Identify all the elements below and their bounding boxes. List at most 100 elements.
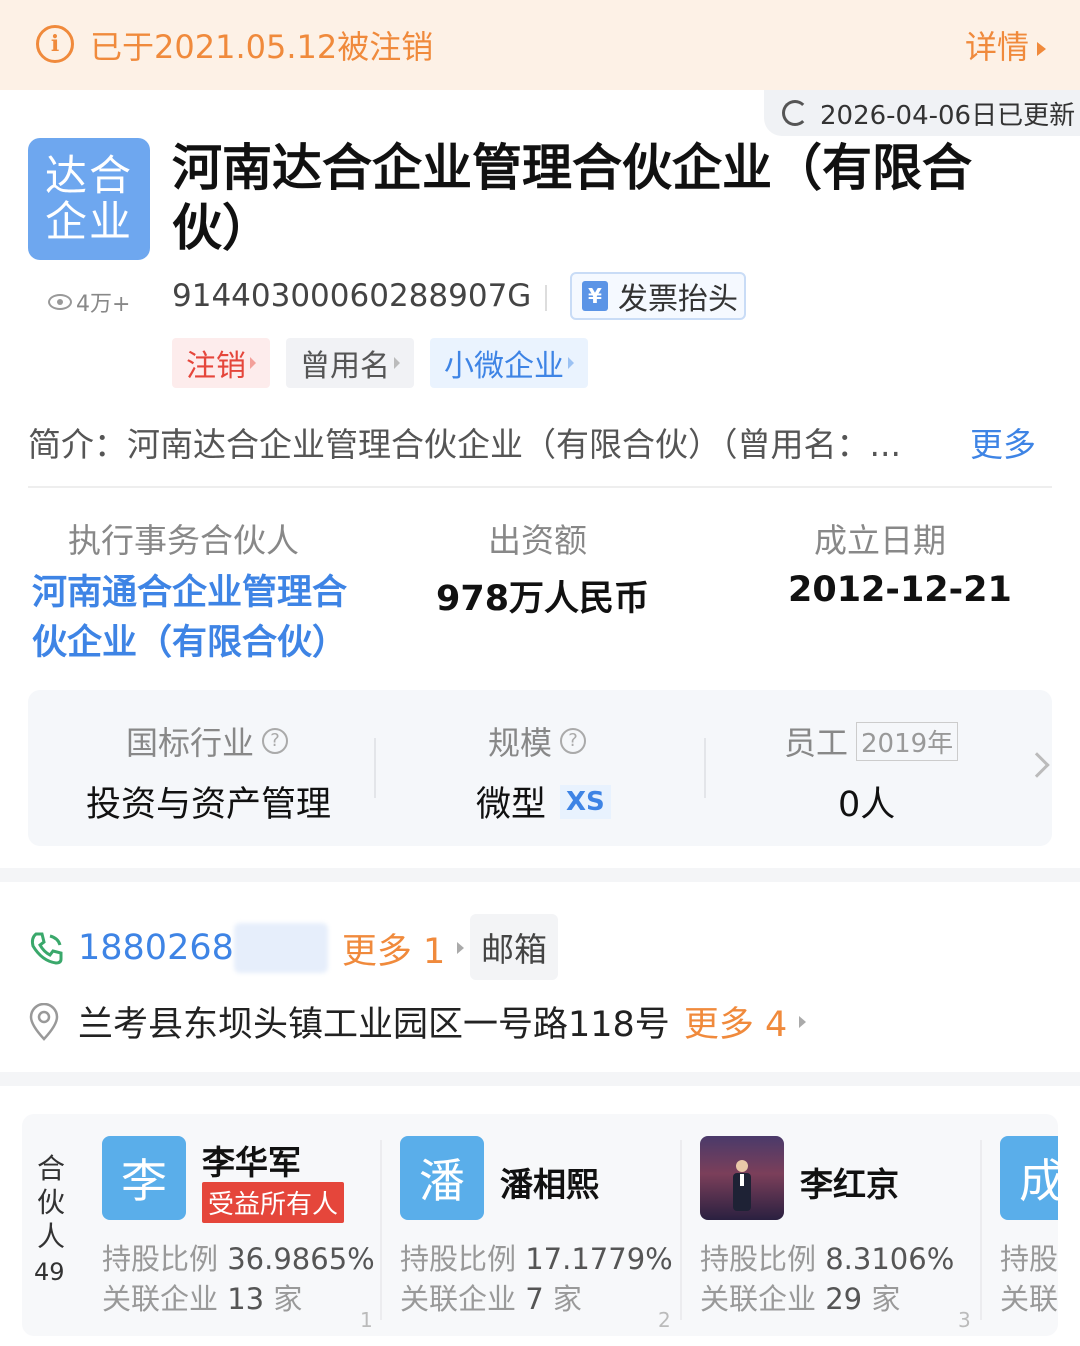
divider <box>374 738 376 798</box>
founding-date-value: 2012-12-21 <box>788 570 1012 610</box>
details-label: 详情 <box>964 28 1029 66</box>
partner-card[interactable]: 李 李华军 受益所有人 持股比例 36.9865% 关联企业 13 家 1 <box>102 1130 394 1332</box>
divider <box>680 1140 682 1320</box>
invoice-header-button[interactable]: ¥ 发票抬头 <box>570 272 746 320</box>
beneficial-owner-badge: 受益所有人 <box>202 1182 345 1223</box>
phone-more-link[interactable]: 更多 1 <box>342 923 445 974</box>
partner-name: 李华军 <box>202 1143 301 1182</box>
person-photo-icon <box>733 1160 751 1211</box>
company-name: 河南达合企业管理合伙企业（有限合伙） <box>172 139 972 257</box>
partner-card[interactable]: 李红京 持股比例 8.3106% 关联企业 29 家 3 <box>700 1130 992 1332</box>
section-gap <box>0 868 1080 882</box>
staff-label: 员工 2019年 <box>784 718 959 764</box>
scale-value: 微型 XS <box>476 776 611 827</box>
logo-line-2: 企业 <box>44 197 133 246</box>
related-unit: 家 <box>871 1282 901 1316</box>
invoice-icon: ¥ <box>582 281 608 311</box>
address-more-link[interactable]: 更多 4 <box>684 996 787 1047</box>
partner-card[interactable]: 潘 潘相熙 持股比例 17.1779% 关联企业 7 家 2 <box>400 1130 692 1332</box>
caret-right-icon <box>568 357 574 369</box>
phone-row[interactable]: 1880268 更多 1 <box>28 920 465 976</box>
phone-icon <box>30 932 63 965</box>
scale-label: 规模? <box>488 718 587 764</box>
partner-index: 1 <box>360 1308 373 1332</box>
divider <box>28 486 1052 488</box>
related-label: 关联企业 <box>700 1282 817 1316</box>
industry-label-text: 国标行业 <box>126 724 255 762</box>
phone-number[interactable]: 1880268 <box>78 928 234 968</box>
related-count: 29 <box>825 1282 863 1316</box>
capital-value: 978万人民币 <box>436 579 650 619</box>
divider <box>980 1140 982 1320</box>
share-value: 8.3106% <box>825 1242 955 1276</box>
cancellation-banner[interactable]: i 已于2021.05.12被注销 详情 <box>0 0 1080 90</box>
address-text: 兰考县东坝头镇工业园区一号路118号 <box>78 1005 670 1045</box>
partner-related: 关联企业 29 家 <box>700 1276 900 1318</box>
view-count: 4万+ <box>48 286 130 318</box>
details-link[interactable]: 详情 <box>965 22 1046 68</box>
partner-index: 2 <box>658 1308 671 1332</box>
scale-value-text: 微型 <box>476 785 547 825</box>
caret-right-icon <box>394 357 400 369</box>
company-logo: 达合 企业 <box>28 138 150 260</box>
location-pin-icon <box>29 1002 59 1041</box>
help-icon[interactable]: ? <box>560 728 587 754</box>
tag-cancelled[interactable]: 注销 <box>172 338 270 388</box>
partner-share: 持股比例 17.1779% <box>400 1236 673 1278</box>
intro-text: 河南达合企业管理合伙企业（有限合伙）（曾用名：... <box>127 425 901 464</box>
share-value: 17.1779% <box>525 1242 673 1276</box>
credit-code[interactable]: 91440300060288907G <box>172 278 531 314</box>
partners-label[interactable]: 合伙人 <box>36 1152 66 1254</box>
partner-avatar: 李 <box>102 1136 186 1220</box>
help-icon[interactable]: ? <box>262 728 289 754</box>
scale-badge: XS <box>560 784 611 819</box>
intro-more-link[interactable]: 更多 <box>964 418 1036 466</box>
tag-label: 注销 <box>186 349 246 384</box>
capital-label: 出资额 <box>488 521 587 560</box>
partner-label: 执行事务合伙人 <box>68 521 299 560</box>
partner-name: 李红京 <box>800 1165 899 1204</box>
tag-small-micro[interactable]: 小微企业 <box>430 338 588 388</box>
partner-card[interactable]: 成 持股 关联 <box>1000 1130 1058 1330</box>
masked-digits <box>233 923 328 973</box>
tag-list: 注销 曾用名 小微企业 <box>172 338 588 388</box>
email-button[interactable]: 邮箱 <box>470 914 558 980</box>
divider <box>704 738 706 798</box>
views-value: 4万+ <box>76 292 131 317</box>
industry-value: 投资与资产管理 <box>86 785 332 825</box>
executive-partner-link[interactable]: 河南通合企业管理合伙企业（有限合伙） <box>32 568 372 668</box>
partner-name: 潘相熙 <box>500 1165 599 1204</box>
logo-line-1: 达合 <box>44 151 133 200</box>
scale-label-text: 规模 <box>488 724 553 762</box>
related-count: 7 <box>525 1282 544 1316</box>
invoice-label: 发票抬头 <box>618 282 738 317</box>
related-unit: 家 <box>552 1282 582 1316</box>
banner-text: 已于2021.05.12被注销 <box>90 28 434 66</box>
caret-right-icon <box>799 1015 807 1028</box>
partner-index: 3 <box>958 1308 971 1332</box>
divider <box>380 1140 382 1320</box>
intro-row: 简介：河南达合企业管理合伙企业（有限合伙）（曾用名：... 更多 <box>28 418 1048 466</box>
staff-label-text: 员工 <box>784 724 849 762</box>
share-label: 持股比例 <box>400 1242 517 1276</box>
partner-photo <box>700 1136 784 1220</box>
section-gap <box>0 1072 1080 1086</box>
partner-avatar: 潘 <box>400 1136 484 1220</box>
caret-right-icon <box>1037 42 1046 56</box>
share-value: 36.9865% <box>227 1242 375 1276</box>
caret-right-icon <box>457 942 465 954</box>
tag-label: 曾用名 <box>300 349 390 384</box>
address-row[interactable]: 兰考县东坝头镇工业园区一号路118号 更多 4 <box>28 996 807 1047</box>
partner-related: 关联企业 13 家 <box>102 1276 302 1318</box>
intro-label: 简介： <box>28 425 127 464</box>
related-label: 关联企业 <box>400 1282 517 1316</box>
tag-former-name[interactable]: 曾用名 <box>286 338 414 388</box>
industry-label: 国标行业? <box>126 718 289 764</box>
founding-date-label: 成立日期 <box>814 521 946 560</box>
partners-count: 49 <box>34 1258 65 1286</box>
partner-share: 持股比例 8.3106% <box>700 1236 954 1278</box>
update-status[interactable]: 2026-04-06日已更新 <box>764 90 1080 136</box>
related-unit: 家 <box>273 1282 303 1316</box>
staff-value: 0人 <box>838 785 896 825</box>
staff-year-badge: 2019年 <box>856 721 959 761</box>
